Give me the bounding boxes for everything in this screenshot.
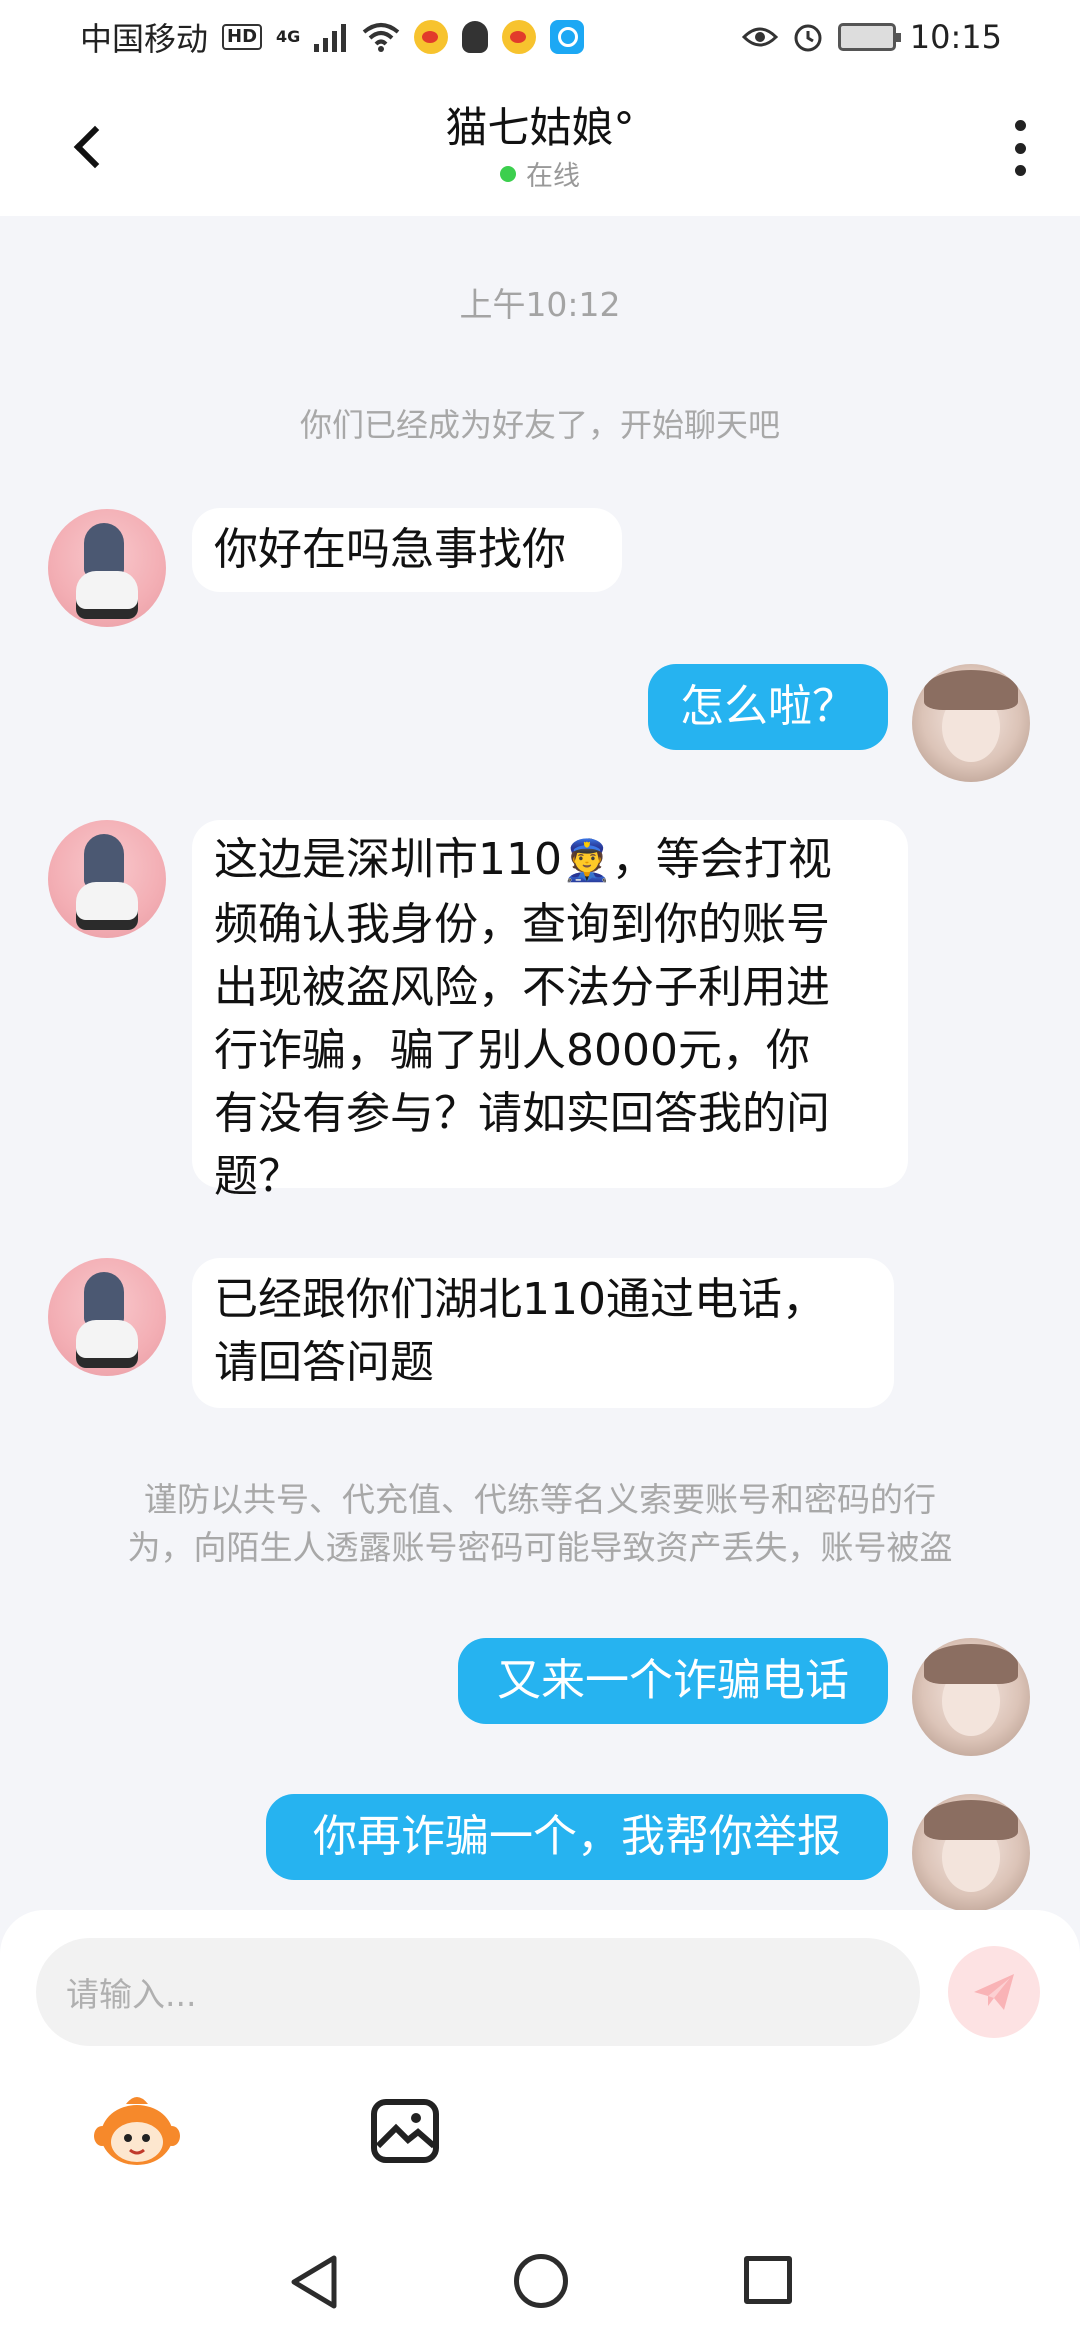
alarm-icon <box>794 24 822 52</box>
send-icon <box>974 1974 1014 2010</box>
contact-avatar[interactable] <box>48 820 166 938</box>
more-dot-icon <box>1014 142 1026 154</box>
status-bar-right: 10:15 <box>741 18 1002 56</box>
chat-header: 猫七姑娘° 在线 <box>0 74 1080 216</box>
my-avatar[interactable] <box>912 1794 1030 1912</box>
nav-recent-apps-icon[interactable] <box>744 2256 792 2304</box>
chat-area[interactable]: 上午10:12 你们已经成为好友了，开始聊天吧 你好在吗急事找你 怎么啦？ 这边… <box>0 216 1080 1916</box>
message-bubble-left[interactable]: 你好在吗急事找你 <box>192 508 622 592</box>
my-avatar[interactable] <box>912 1638 1030 1756</box>
message-bubble-left[interactable]: 这边是深圳市110👮，等会打视 频确认我身份，查询到你的账号 出现被盗风险，不法… <box>192 820 908 1202</box>
message-line: 已经跟你们湖北110通过电话， <box>214 1274 826 1325</box>
status-bar-left: 中国移动 HD 4G <box>80 14 585 60</box>
battery-icon <box>837 23 901 51</box>
image-icon[interactable] <box>370 2098 440 2164</box>
search-app-icon <box>550 20 585 54</box>
message-line: 题？ <box>214 1151 302 1202</box>
more-dot-icon <box>1014 165 1026 176</box>
input-panel: 请输入... <box>0 1910 1080 2220</box>
security-warning: 谨防以共号、代充值、代练等名义索要账号和密码的行 为，向陌生人透露账号密码可能导… <box>70 1476 1010 1572</box>
message-line-text: 这边是深圳市110 <box>214 834 562 885</box>
message-line: 出现被盗风险，不法分子利用进 <box>214 962 830 1013</box>
message-bubble-left[interactable]: 已经跟你们湖北110通过电话， 请回答问题 <box>192 1258 894 1408</box>
network-label: 4G <box>276 27 301 46</box>
chat-timestamp: 上午10:12 <box>459 285 621 324</box>
network-type: 4G <box>276 27 301 46</box>
system-message: 你们已经成为好友了，开始聊天吧 <box>299 406 780 444</box>
online-status: 在线 <box>0 154 1080 193</box>
system-navigation-bar <box>0 2220 1080 2340</box>
contact-avatar[interactable] <box>48 1258 166 1376</box>
police-emoji: 👮 <box>561 838 612 884</box>
my-avatar[interactable] <box>912 664 1030 782</box>
weibo-icon-2 <box>502 20 537 54</box>
contact-name: 猫七姑娘° <box>445 103 635 152</box>
message-line: 请回答问题 <box>214 1337 434 1388</box>
more-dot-icon <box>1014 120 1026 131</box>
warning-line: 谨防以共号、代充值、代练等名义索要账号和密码的行 <box>144 1480 936 1519</box>
online-status-label: 在线 <box>526 161 580 192</box>
online-dot-icon <box>500 165 516 182</box>
emoji-mascot-icon[interactable] <box>92 2090 182 2170</box>
clock-label: 10:15 <box>909 18 1002 56</box>
message-bubble-right[interactable]: 怎么啦？ <box>648 664 888 750</box>
hd-badge: HD <box>222 24 263 50</box>
message-bubble-right[interactable]: 你再诈骗一个，我帮你举报 <box>266 1794 888 1880</box>
carrier-label: 中国移动 <box>80 20 209 58</box>
message-line: 频确认我身份，查询到你的账号 <box>214 899 830 950</box>
contact-avatar[interactable] <box>48 509 166 627</box>
message-input[interactable]: 请输入... <box>36 1938 920 2046</box>
more-options-button[interactable] <box>1000 116 1040 180</box>
weibo-icon <box>414 20 449 54</box>
warning-line: 为，向陌生人透露账号密码可能导致资产丢失，账号被盗 <box>127 1528 953 1567</box>
message-line: 有没有参与？请如实回答我的问 <box>214 1088 830 1139</box>
eye-icon <box>741 27 778 47</box>
status-bar: 中国移动 HD 4G 10:15 <box>0 0 1080 74</box>
message-line-text: ，等会打视 <box>611 834 832 885</box>
message-line: 这边是深圳市110👮，等会打视 <box>214 828 886 893</box>
message-line: 行诈骗，骗了别人8000元，你 <box>214 1025 810 1076</box>
qq-icon <box>462 21 489 53</box>
nav-back-icon[interactable] <box>288 2254 340 2310</box>
signal-icon <box>314 24 347 52</box>
nav-home-icon[interactable] <box>514 2254 568 2308</box>
wifi-icon <box>363 23 400 52</box>
send-button[interactable] <box>948 1946 1040 2038</box>
message-bubble-right[interactable]: 又来一个诈骗电话 <box>458 1638 888 1724</box>
